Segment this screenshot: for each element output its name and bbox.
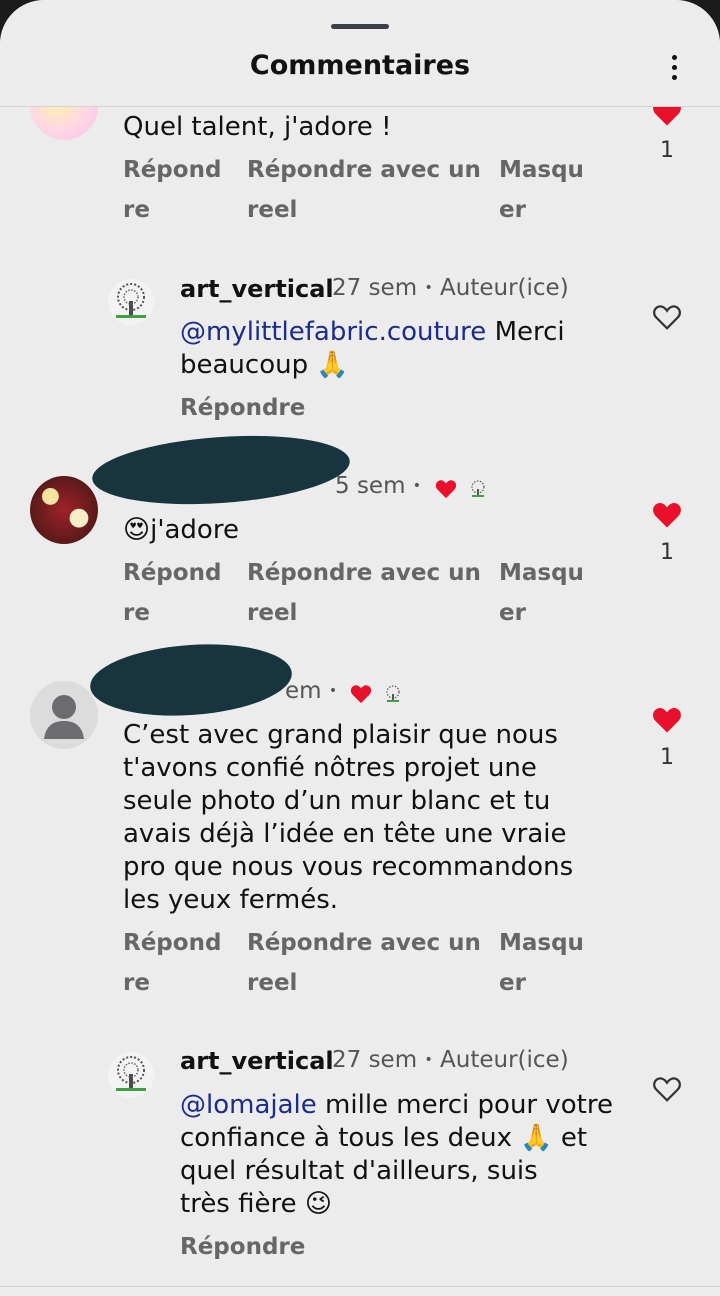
reply-button[interactable]: Répondre	[180, 1227, 305, 1267]
avatar[interactable]	[30, 107, 98, 140]
hide-button[interactable]: Masqu er	[499, 553, 584, 633]
header: Commentaires	[0, 0, 720, 107]
heart-outline-icon[interactable]	[652, 1075, 682, 1103]
comments-sheet: Commentaires Quel talent, j'adore ! Répo…	[0, 0, 720, 1296]
reply-label-line1: Répond	[123, 157, 222, 183]
separator-dot: •	[424, 1052, 433, 1068]
separator-dot: •	[424, 280, 433, 296]
reply-label-line2: re	[123, 600, 150, 626]
author-badge: Auteur(ice)	[440, 275, 569, 301]
hide-button[interactable]: Masqu er	[499, 150, 584, 230]
time-text: em	[285, 678, 322, 704]
comment-text-line: t'avons confié nôtres projet une	[123, 753, 537, 783]
timestamp: 5 sem •	[335, 473, 421, 499]
comment-text: Quel talent, j'adore !	[123, 112, 392, 142]
reply-label-line2: re	[123, 197, 150, 223]
author-avatar-mini-icon	[471, 480, 485, 497]
comment-text-line: les yeux fermés.	[123, 885, 339, 915]
bottom-divider	[0, 1286, 720, 1287]
reel-label-line1: Répondre avec un	[247, 560, 481, 586]
reply-text-part: mille merci pour votre	[316, 1090, 613, 1120]
tree-logo-icon	[116, 1056, 146, 1091]
reply-text-line: quel résultat d'ailleurs, suis	[180, 1156, 538, 1186]
comment-text-line: C’est avec grand plaisir que nous	[123, 720, 558, 750]
tree-logo-avatar[interactable]	[108, 1052, 154, 1098]
reply-label-line1: Répond	[123, 560, 222, 586]
comment-text-line: seule photo d’un mur blanc et tu	[123, 786, 551, 816]
time-text: 27 sem	[332, 1047, 418, 1073]
reel-label-line2: reel	[247, 970, 298, 996]
timestamp: 27 sem • Auteur(ice)	[332, 1047, 569, 1073]
hide-label-line1: Masqu	[499, 930, 584, 956]
reply-button[interactable]: Répond re	[123, 923, 221, 1003]
tree-logo-icon	[116, 283, 146, 318]
page-title: Commentaires	[249, 50, 471, 81]
default-avatar[interactable]	[30, 681, 98, 749]
heart-filled-icon[interactable]	[652, 501, 682, 529]
hide-label-line2: er	[499, 197, 526, 223]
reply-button[interactable]: Répond re	[123, 553, 221, 633]
reel-label-line1: Répondre avec un	[247, 157, 481, 183]
reply-text: @mylittlefabric.couture Merci	[180, 316, 565, 349]
author-liked-heart-icon	[350, 685, 372, 704]
separator-dot: •	[328, 683, 338, 699]
like-count: 1	[660, 138, 674, 163]
reel-label-line1: Répondre avec un	[247, 930, 481, 956]
author-name[interactable]: art_vertical	[180, 1047, 334, 1075]
food-photo-avatar[interactable]	[30, 476, 98, 544]
timestamp: em •	[285, 678, 337, 704]
heart-filled-icon[interactable]	[652, 706, 682, 734]
drag-handle[interactable]	[331, 24, 389, 29]
separator-dot: •	[412, 478, 422, 494]
reply-label-line2: re	[123, 970, 150, 996]
redacted-username	[90, 428, 352, 512]
time-text: 27 sem	[332, 275, 418, 301]
timestamp: 27 sem • Auteur(ice)	[332, 275, 569, 301]
like-count: 1	[660, 745, 674, 770]
reply-button[interactable]: Répond re	[123, 150, 221, 230]
heart-outline-icon[interactable]	[652, 303, 682, 331]
time-text: 5 sem	[335, 473, 406, 499]
heart-filled-icon[interactable]	[652, 107, 682, 127]
author-badge: Auteur(ice)	[440, 1047, 569, 1073]
author-avatar-mini-icon	[386, 685, 400, 702]
redacted-username	[87, 638, 295, 722]
author-name[interactable]: art_vertical	[180, 275, 334, 303]
author-liked-heart-icon	[435, 480, 457, 499]
more-vertical-icon[interactable]	[660, 48, 690, 88]
reply-with-reel-button[interactable]: Répondre avec un reel	[247, 553, 481, 633]
hide-label-line2: er	[499, 970, 526, 996]
reply-text: @lomajale mille merci pour votre	[180, 1089, 613, 1122]
reply-label-line1: Répond	[123, 930, 222, 956]
like-count: 1	[660, 540, 674, 565]
hide-label-line2: er	[499, 600, 526, 626]
reel-label-line2: reel	[247, 600, 298, 626]
hide-label-line1: Masqu	[499, 560, 584, 586]
hide-button[interactable]: Masqu er	[499, 923, 584, 1003]
reel-label-line2: reel	[247, 197, 298, 223]
mention-link[interactable]: @mylittlefabric.couture	[180, 317, 486, 347]
user-silhouette-icon	[44, 695, 84, 739]
reply-button[interactable]: Répondre	[180, 388, 305, 428]
comment-text-line: avais déjà l’idée en tête une vraie	[123, 819, 567, 849]
reply-with-reel-button[interactable]: Répondre avec un reel	[247, 923, 481, 1003]
reply-text-line: très fière 😉	[180, 1189, 332, 1219]
comment-list[interactable]: Quel talent, j'adore ! Répond re Répondr…	[0, 107, 720, 1287]
reply-with-reel-button[interactable]: Répondre avec un reel	[247, 150, 481, 230]
hide-label-line1: Masqu	[499, 157, 584, 183]
reply-text-line: beaucoup 🙏	[180, 350, 349, 380]
mention-link[interactable]: @lomajale	[180, 1090, 317, 1120]
tree-logo-avatar[interactable]	[108, 279, 154, 325]
comment-text-line: pro que nous vous recommandons	[123, 852, 574, 882]
comment-text: 😍j'adore	[123, 515, 239, 545]
reply-text-part: Merci	[486, 317, 565, 347]
reply-text-line: confiance à tous les deux 🙏 et	[180, 1123, 588, 1153]
